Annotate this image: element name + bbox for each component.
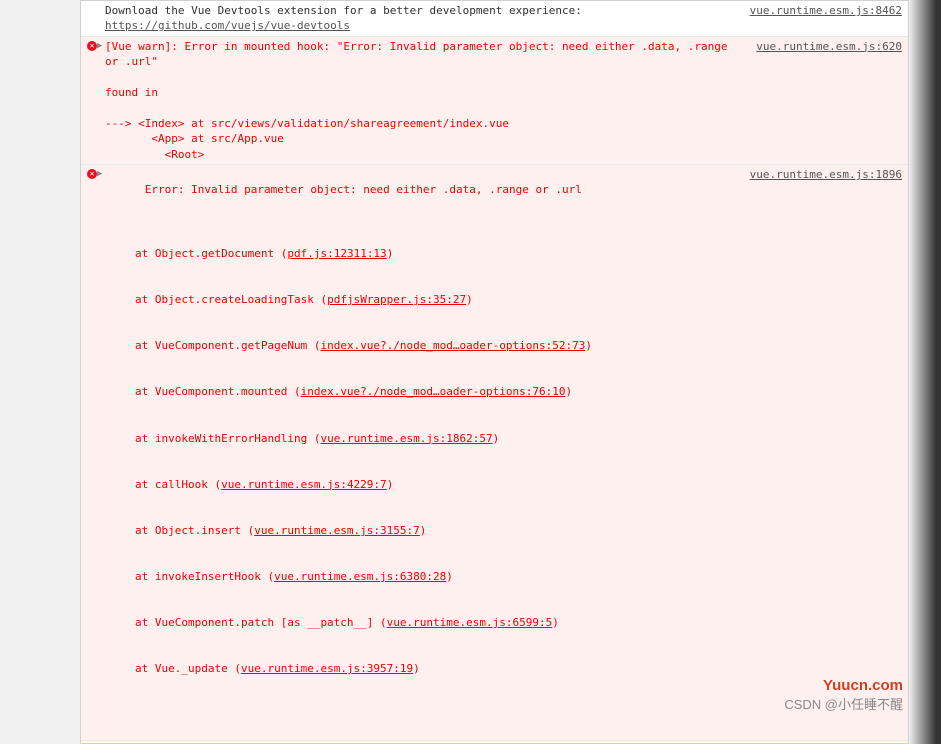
console-message: [Vue warn]: Error in mounted hook: "Erro… — [105, 39, 748, 162]
stack-trace: at Object.getDocument (pdf.js:12311:13) … — [105, 215, 734, 708]
stack-frame: at VueComponent.patch [as __patch__] (vu… — [135, 615, 734, 630]
stack-frame: at VueComponent.getPageNum (index.vue?./… — [135, 338, 734, 353]
stack-link[interactable]: vue.runtime.esm.js:3957:19 — [241, 662, 413, 675]
console-log-entry[interactable]: Download the Vue Devtools extension for … — [81, 1, 908, 36]
devtools-console[interactable]: Download the Vue Devtools extension for … — [80, 0, 909, 744]
stack-frame: at VueComponent.mounted (index.vue?./nod… — [135, 384, 734, 399]
page-gutter-left — [0, 0, 80, 744]
source-link[interactable]: vue.runtime.esm.js:8462 — [750, 3, 902, 18]
stack-frame: at invokeWithErrorHandling (vue.runtime.… — [135, 431, 734, 446]
devtools-link[interactable]: https://github.com/vuejs/vue-devtools — [105, 19, 350, 32]
console-warning-entry[interactable]: DevTools failed to load source map: Coul… — [81, 740, 908, 744]
source-link[interactable]: vue.runtime.esm.js:1896 — [750, 167, 902, 182]
stack-frame: at Object.insert (vue.runtime.esm.js:315… — [135, 523, 734, 538]
source-link[interactable]: vue.runtime.esm.js:620 — [756, 39, 902, 54]
console-message: Error: Invalid parameter object: need ei… — [105, 167, 742, 738]
stack-link[interactable]: pdf.js:12311:13 — [287, 247, 386, 260]
stack-frame: at Vue._update (vue.runtime.esm.js:3957:… — [135, 661, 734, 676]
console-error-entry[interactable]: ✕ ▶ Error: Invalid parameter object: nee… — [81, 164, 908, 740]
stack-frame: at Object.createLoadingTask (pdfjsWrappe… — [135, 292, 734, 307]
stack-link[interactable]: vue.runtime.esm.js:6599:5 — [387, 616, 553, 629]
stack-link[interactable]: vue.runtime.esm.js:1862:57 — [320, 432, 492, 445]
expand-toggle[interactable]: ▶ — [97, 168, 102, 181]
stack-frame: at Object.getDocument (pdf.js:12311:13) — [135, 246, 734, 261]
stack-link[interactable]: index.vue?./node_mod…oader-options:52:73 — [320, 339, 585, 352]
stack-link[interactable]: index.vue?./node_mod…oader-options:76:10 — [301, 385, 566, 398]
stack-frame: at callHook (vue.runtime.esm.js:4229:7) — [135, 477, 734, 492]
stack-link[interactable]: pdfjsWrapper.js:35:27 — [327, 293, 466, 306]
page-gutter-right — [909, 0, 941, 744]
stack-link[interactable]: vue.runtime.esm.js:3155:7 — [254, 524, 420, 537]
console-error-entry[interactable]: ✕ ▶ [Vue warn]: Error in mounted hook: "… — [81, 36, 908, 164]
console-message: Download the Vue Devtools extension for … — [105, 3, 742, 34]
stack-frame: at invokeInsertHook (vue.runtime.esm.js:… — [135, 569, 734, 584]
stack-link[interactable]: vue.runtime.esm.js:6380:28 — [274, 570, 446, 583]
expand-toggle[interactable]: ▶ — [97, 40, 102, 53]
stack-link[interactable]: vue.runtime.esm.js:4229:7 — [221, 478, 387, 491]
